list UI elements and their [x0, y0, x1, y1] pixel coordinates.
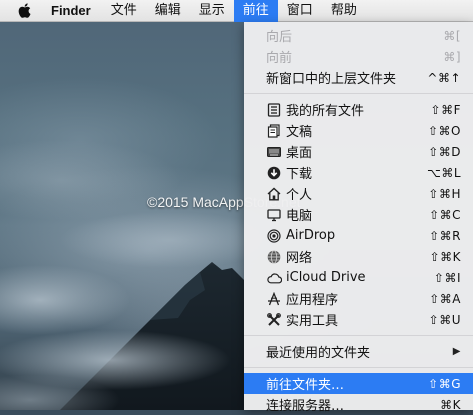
menu-finder[interactable]: Finder — [51, 0, 102, 22]
menu-item-label: 最近使用的文件夹 — [266, 346, 371, 361]
menu-item-label: 下载 — [286, 167, 313, 182]
home-icon — [266, 186, 282, 202]
network-icon — [266, 249, 282, 265]
menu-item-shortcut: ⌘] — [443, 49, 461, 64]
menu-item-label: 电脑 — [286, 209, 313, 224]
menu-item-applications[interactable]: 应用程序 ⇧⌘A — [244, 288, 473, 309]
apple-logo-icon[interactable] — [17, 3, 31, 19]
menu-item-connect-to-server[interactable]: 连接服务器… ⌘K — [244, 394, 473, 415]
menu-window[interactable]: 窗口 — [278, 0, 322, 22]
menu-item-forward[interactable]: 向前 ⌘] — [244, 46, 473, 67]
desktop-icon — [266, 144, 282, 160]
menu-item-recent-folders[interactable]: 最近使用的文件夹 ▶ — [244, 341, 473, 362]
menu-separator — [244, 93, 473, 94]
applications-icon — [266, 291, 282, 307]
menu-bar: Finder 文件 编辑 显示 前往 窗口 帮助 — [0, 0, 473, 22]
menu-item-shortcut: ⌘[ — [443, 28, 461, 43]
menu-item-shortcut: ⇧⌘G — [428, 376, 461, 391]
menu-item-label: 我的所有文件 — [286, 104, 365, 119]
menu-item-shortcut: ⇧⌘F — [430, 102, 461, 117]
menu-item-computer[interactable]: 电脑 ⇧⌘C — [244, 204, 473, 225]
menu-separator — [244, 367, 473, 368]
all-my-files-icon — [266, 102, 282, 118]
menu-item-label: 网络 — [286, 251, 313, 266]
menu-item-back[interactable]: 向后 ⌘[ — [244, 25, 473, 46]
documents-icon — [266, 123, 282, 139]
submenu-arrow-icon: ▶ — [452, 346, 461, 357]
menu-item-utilities[interactable]: 实用工具 ⇧⌘U — [244, 309, 473, 330]
menu-item-shortcut: ⇧⌘H — [428, 186, 461, 201]
menu-item-shortcut: ⇧⌘A — [429, 291, 461, 306]
menu-file[interactable]: 文件 — [102, 0, 146, 22]
menu-item-home[interactable]: 个人 ⇧⌘H — [244, 183, 473, 204]
menu-item-downloads[interactable]: 下载 ⌥⌘L — [244, 162, 473, 183]
menu-item-shortcut: ⇧⌘C — [429, 207, 461, 222]
menu-item-label: 个人 — [286, 188, 313, 203]
menu-item-label: 桌面 — [286, 146, 313, 161]
computer-icon — [266, 207, 282, 223]
menu-item-go-to-folder[interactable]: 前往文件夹… ⇧⌘G — [244, 373, 473, 394]
menu-item-label: 文稿 — [286, 125, 313, 140]
menu-item-shortcut: ^⌘↑ — [427, 70, 461, 85]
menu-go[interactable]: 前往 — [233, 0, 278, 22]
menu-item-label: 前往文件夹… — [266, 378, 345, 393]
menu-item-shortcut: ⇧⌘D — [428, 144, 461, 159]
menu-item-shortcut: ⇧⌘R — [429, 228, 461, 243]
icloud-icon — [266, 270, 282, 286]
menu-view[interactable]: 显示 — [190, 0, 234, 22]
menu-item-label: 连接服务器… — [266, 399, 345, 414]
menu-item-label: 新窗口中的上层文件夹 — [266, 72, 397, 87]
menu-item-network[interactable]: 网络 ⇧⌘K — [244, 246, 473, 267]
menu-item-shortcut: ⇧⌘K — [429, 249, 461, 264]
menu-item-shortcut: ⇧⌘I — [433, 270, 461, 285]
menu-item-enclosing-folder[interactable]: 新窗口中的上层文件夹 ^⌘↑ — [244, 67, 473, 88]
airdrop-icon — [266, 228, 282, 244]
menu-item-label: AirDrop — [286, 228, 336, 243]
go-menu-dropdown: 向后 ⌘[ 向前 ⌘] 新窗口中的上层文件夹 ^⌘↑ 我的所有文件 ⇧⌘F 文稿… — [244, 22, 473, 414]
menu-item-label: iCloud Drive — [286, 270, 366, 285]
menu-item-shortcut: ⌘K — [440, 397, 461, 412]
menu-item-icloud-drive[interactable]: iCloud Drive ⇧⌘I — [244, 267, 473, 288]
menu-edit[interactable]: 编辑 — [146, 0, 190, 22]
utilities-icon — [266, 312, 282, 328]
downloads-icon — [266, 165, 282, 181]
menu-item-shortcut: ⇧⌘O — [428, 123, 461, 138]
menu-item-label: 实用工具 — [286, 314, 339, 329]
menu-separator — [244, 335, 473, 336]
menu-item-shortcut: ⇧⌘U — [428, 312, 461, 327]
menu-item-airdrop[interactable]: AirDrop ⇧⌘R — [244, 225, 473, 246]
menu-help[interactable]: 帮助 — [322, 0, 366, 22]
menu-item-label: 向后 — [266, 30, 293, 45]
menu-item-shortcut: ⌥⌘L — [426, 165, 461, 180]
menu-item-all-my-files[interactable]: 我的所有文件 ⇧⌘F — [244, 99, 473, 120]
menu-item-documents[interactable]: 文稿 ⇧⌘O — [244, 120, 473, 141]
menu-item-label: 向前 — [266, 51, 293, 66]
menu-item-desktop[interactable]: 桌面 ⇧⌘D — [244, 141, 473, 162]
menu-item-label: 应用程序 — [286, 293, 339, 308]
